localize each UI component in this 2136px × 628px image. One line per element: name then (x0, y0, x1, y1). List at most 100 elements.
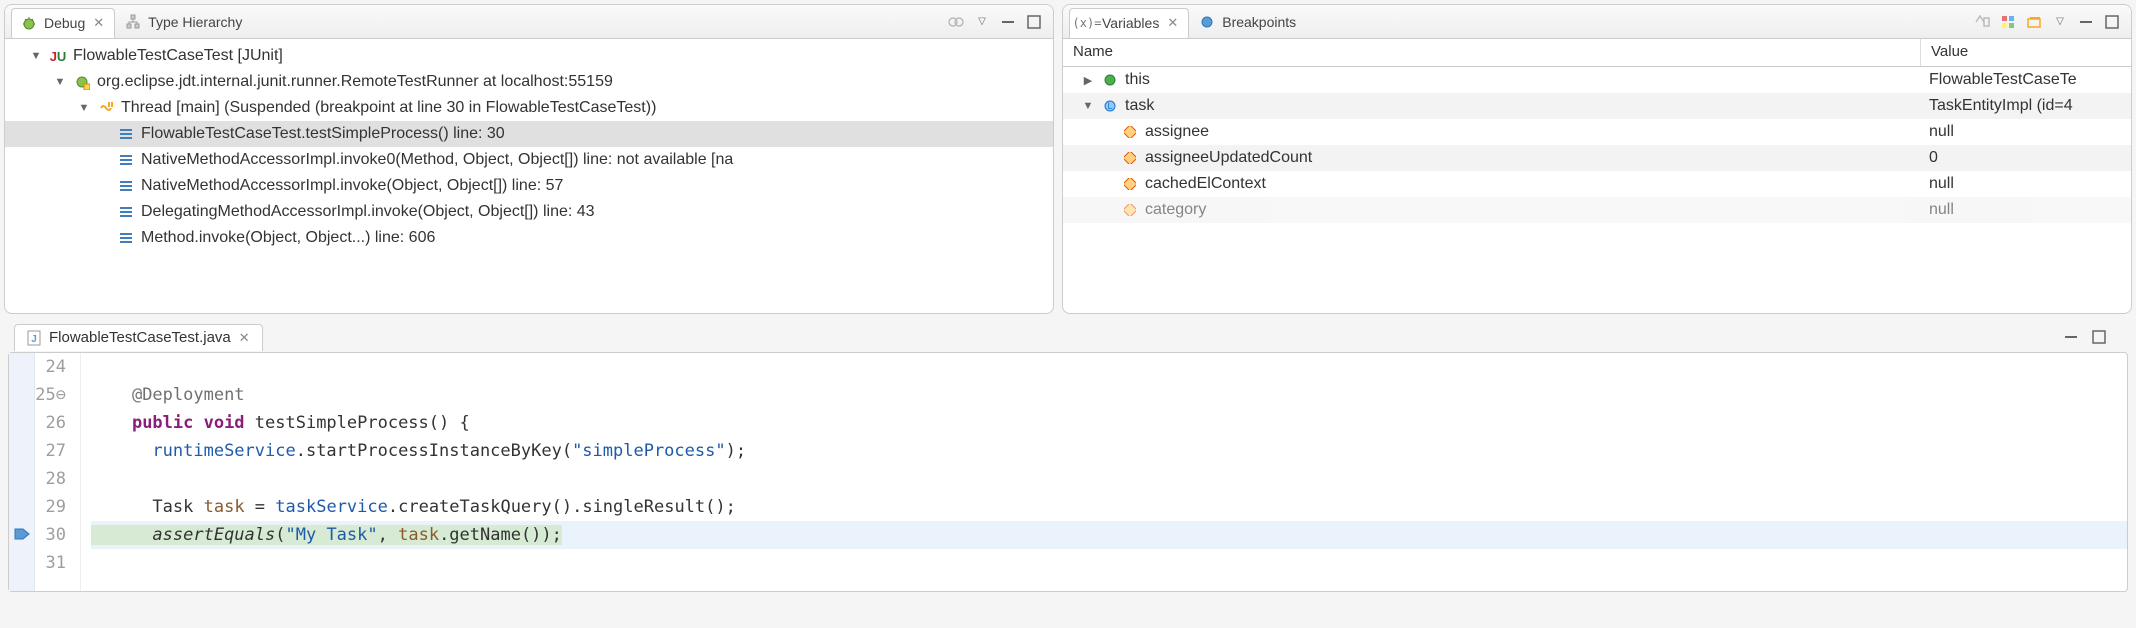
code-line: @Deployment (91, 381, 2127, 409)
this-var-icon (1101, 71, 1119, 89)
launch-label: FlowableTestCaseTest [JUnit] (73, 47, 283, 65)
stack-frame-row[interactable]: NativeMethodAccessorImpl.invoke(Object, … (5, 173, 1053, 199)
editor-filename: FlowableTestCaseTest.java (49, 329, 231, 346)
editor-tab[interactable]: J FlowableTestCaseTest.java ✕ (14, 324, 263, 351)
maximize-icon[interactable] (1025, 13, 1043, 31)
variables-tree[interactable]: ▶ this FlowableTestCaseTe ▼ L task TaskE… (1063, 67, 2131, 313)
field-icon (1121, 123, 1139, 141)
tab-type-hierarchy[interactable]: Type Hierarchy (115, 7, 251, 37)
variable-row[interactable]: assignee null (1063, 119, 2131, 145)
minimize-icon[interactable] (2077, 13, 2095, 31)
variable-value: FlowableTestCaseTe (1921, 71, 2131, 89)
code-content[interactable]: @Deployment public void testSimpleProces… (81, 353, 2127, 591)
java-file-icon: J (25, 329, 43, 347)
minimize-icon[interactable] (999, 13, 1017, 31)
variable-value: TaskEntityImpl (id=4 (1921, 97, 2131, 115)
svg-text:J: J (31, 334, 37, 345)
variable-row[interactable]: category null (1063, 197, 2131, 223)
bug-icon (20, 14, 38, 32)
process-label: org.eclipse.jdt.internal.junit.runner.Re… (97, 73, 613, 91)
twisty-icon[interactable]: ▼ (29, 50, 43, 62)
variable-name: cachedElContext (1145, 175, 1266, 193)
variable-name: task (1125, 97, 1154, 115)
hierarchy-icon (124, 13, 142, 31)
view-menu-icon[interactable]: ▽ (2051, 13, 2069, 31)
junit-icon: JU (49, 47, 67, 65)
field-icon (1121, 201, 1139, 219)
variable-row[interactable]: ▶ this FlowableTestCaseTe (1063, 67, 2131, 93)
variable-value: null (1921, 123, 2131, 141)
breakpoints-icon (1198, 13, 1216, 31)
variable-row[interactable]: cachedElContext null (1063, 171, 2131, 197)
variable-name: assignee (1145, 123, 1209, 141)
tab-label: Debug (44, 15, 85, 31)
twisty-icon[interactable]: ▼ (77, 102, 91, 114)
variables-icon: (x)= (1078, 14, 1096, 32)
minimize-icon[interactable] (2062, 328, 2080, 346)
variables-view-panel: (x)= Variables ✕ Breakpoints (1062, 4, 2132, 314)
frame-label: DelegatingMethodAccessorImpl.invoke(Obje… (141, 203, 595, 221)
tab-debug[interactable]: Debug ✕ (11, 8, 115, 38)
frame-label: Method.invoke(Object, Object...) line: 6… (141, 229, 435, 247)
collapse-all-icon[interactable] (2025, 13, 2043, 31)
debug-tree[interactable]: ▼ JU FlowableTestCaseTest [JUnit] ▼ org.… (5, 39, 1053, 313)
maximize-icon[interactable] (2103, 13, 2121, 31)
code-line (91, 353, 2127, 381)
svg-text:L: L (1107, 101, 1112, 111)
tree-launch-node[interactable]: ▼ JU FlowableTestCaseTest [JUnit] (5, 43, 1053, 69)
code-line-current: assertEquals("My Task", task.getName()); (91, 521, 2127, 549)
frame-label: NativeMethodAccessorImpl.invoke(Object, … (141, 177, 563, 195)
code-line (91, 549, 2127, 577)
tab-label: Breakpoints (1222, 14, 1296, 30)
tab-label: Type Hierarchy (148, 14, 242, 30)
line-number-gutter[interactable]: 24 25⊖ 26 27 28 29 30 31 (9, 353, 81, 591)
debug-view-panel: Debug ✕ Type Hierarchy ▽ (4, 4, 1054, 314)
variable-value: null (1921, 201, 2131, 219)
close-icon[interactable]: ✕ (1165, 15, 1180, 31)
debug-target-icon (73, 73, 91, 91)
stack-frame-row[interactable]: DelegatingMethodAccessorImpl.invoke(Obje… (5, 199, 1053, 225)
tree-thread-node[interactable]: ▼ Thread [main] (Suspended (breakpoint a… (5, 95, 1053, 121)
code-line: Task task = taskService.createTaskQuery(… (91, 493, 2127, 521)
stack-frame-row[interactable]: FlowableTestCaseTest.testSimpleProcess()… (5, 121, 1053, 147)
stack-frame-row[interactable]: Method.invoke(Object, Object...) line: 6… (5, 225, 1053, 251)
tree-process-node[interactable]: ▼ org.eclipse.jdt.internal.junit.runner.… (5, 69, 1053, 95)
column-name[interactable]: Name (1063, 39, 1921, 66)
frame-label: NativeMethodAccessorImpl.invoke0(Method,… (141, 151, 733, 169)
tab-breakpoints[interactable]: Breakpoints (1189, 7, 1305, 37)
show-logical-icon[interactable] (1999, 13, 2017, 31)
code-line: public void testSimpleProcess() { (91, 409, 2127, 437)
close-icon[interactable]: ✕ (237, 330, 252, 346)
editor-tab-bar: J FlowableTestCaseTest.java ✕ (8, 318, 2128, 352)
variable-value: null (1921, 175, 2131, 193)
stack-frame-icon (117, 125, 135, 143)
tool-icon[interactable] (947, 13, 965, 31)
stack-frame-icon (117, 177, 135, 195)
variable-value: 0 (1921, 149, 2131, 167)
view-menu-icon[interactable]: ▽ (973, 13, 991, 31)
variables-tab-bar: (x)= Variables ✕ Breakpoints (1063, 5, 2131, 39)
stack-frame-icon (117, 229, 135, 247)
frame-label: FlowableTestCaseTest.testSimpleProcess()… (141, 125, 505, 143)
close-icon[interactable]: ✕ (91, 15, 106, 31)
field-icon (1121, 175, 1139, 193)
column-value[interactable]: Value (1921, 39, 2131, 66)
thread-label: Thread [main] (Suspended (breakpoint at … (121, 99, 656, 117)
variables-columns-header: Name Value (1063, 39, 2131, 67)
tab-variables[interactable]: (x)= Variables ✕ (1069, 8, 1189, 38)
thread-suspended-icon (97, 99, 115, 117)
instruction-pointer-icon (13, 525, 31, 543)
stack-frame-icon (117, 203, 135, 221)
maximize-icon[interactable] (2090, 328, 2108, 346)
code-line: runtimeService.startProcessInstanceByKey… (91, 437, 2127, 465)
variable-row[interactable]: assigneeUpdatedCount 0 (1063, 145, 2131, 171)
twisty-icon[interactable]: ▶ (1081, 74, 1095, 87)
debug-tab-bar: Debug ✕ Type Hierarchy ▽ (5, 5, 1053, 39)
code-editor[interactable]: 24 25⊖ 26 27 28 29 30 31 @Deployment pub… (8, 352, 2128, 592)
twisty-icon[interactable]: ▼ (1081, 100, 1095, 112)
show-type-names-icon[interactable] (1973, 13, 1991, 31)
variable-name: category (1145, 201, 1206, 219)
variable-row[interactable]: ▼ L task TaskEntityImpl (id=4 (1063, 93, 2131, 119)
stack-frame-row[interactable]: NativeMethodAccessorImpl.invoke0(Method,… (5, 147, 1053, 173)
twisty-icon[interactable]: ▼ (53, 76, 67, 88)
